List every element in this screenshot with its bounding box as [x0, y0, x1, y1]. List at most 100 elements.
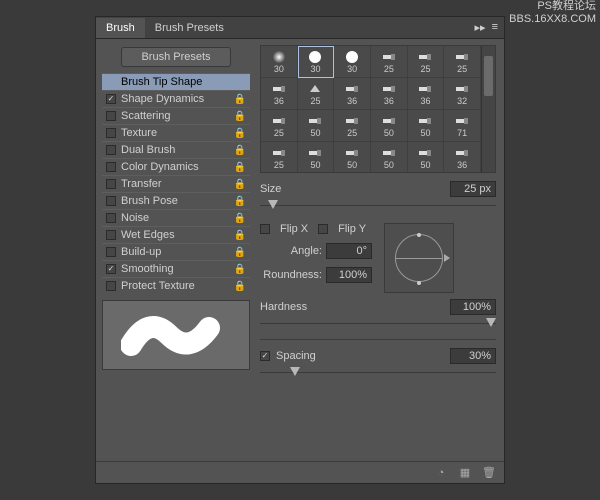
- lock-icon[interactable]: 🔒: [234, 179, 246, 190]
- size-input[interactable]: 25 px: [450, 181, 496, 197]
- brush-swatch[interactable]: 30: [334, 46, 371, 78]
- brush-swatch[interactable]: 25: [408, 46, 445, 78]
- brush-swatch[interactable]: 50: [298, 110, 335, 142]
- snap-icon[interactable]: ▸▸: [475, 21, 486, 34]
- lock-icon[interactable]: 🔒: [234, 162, 246, 173]
- tab-brush-presets[interactable]: Brush Presets: [145, 18, 234, 38]
- sidebar-item-dual-brush[interactable]: Dual Brush🔒: [102, 141, 250, 158]
- lock-icon[interactable]: 🔒: [234, 230, 246, 241]
- trash-icon[interactable]: 🗑: [482, 466, 496, 480]
- option-checkbox[interactable]: [106, 128, 116, 138]
- brush-size-label: 30: [274, 64, 284, 74]
- brush-tip-icon: [269, 82, 289, 96]
- option-checkbox[interactable]: [106, 247, 116, 257]
- sidebar-item-color-dynamics[interactable]: Color Dynamics🔒: [102, 158, 250, 175]
- brush-size-label: 30: [347, 64, 357, 74]
- brush-swatch[interactable]: 32: [444, 78, 481, 110]
- brush-swatch[interactable]: 50: [408, 110, 445, 142]
- sidebar-item-transfer[interactable]: Transfer🔒: [102, 175, 250, 192]
- new-brush-icon[interactable]: ▦: [458, 466, 472, 480]
- brush-swatch[interactable]: 36: [444, 142, 481, 172]
- brush-swatch[interactable]: 36: [261, 78, 298, 110]
- sidebar-item-brush-tip-shape[interactable]: Brush Tip Shape: [102, 73, 250, 90]
- sidebar-item-smoothing[interactable]: Smoothing 🔒: [102, 260, 250, 277]
- sidebar-item-protect-texture[interactable]: Protect Texture🔒: [102, 277, 250, 294]
- flipx-checkbox[interactable]: [260, 224, 270, 234]
- brush-size-label: 25: [310, 96, 320, 106]
- flipy-checkbox[interactable]: [318, 224, 328, 234]
- lock-icon[interactable]: 🔒: [234, 145, 246, 156]
- brush-size-label: 50: [420, 128, 430, 138]
- option-checkbox[interactable]: [106, 213, 116, 223]
- brush-swatch[interactable]: 50: [298, 142, 335, 172]
- brush-tip-icon: [342, 114, 362, 128]
- brush-swatch[interactable]: 50: [371, 142, 408, 172]
- brush-size-label: 25: [347, 128, 357, 138]
- brush-swatch[interactable]: 36: [371, 78, 408, 110]
- option-checkbox[interactable]: [106, 94, 116, 104]
- brush-swatch[interactable]: 25: [261, 110, 298, 142]
- panel-menu-icon[interactable]: ≡: [492, 21, 498, 34]
- spacing-slider[interactable]: [260, 366, 496, 380]
- sidebar-item-shape-dynamics[interactable]: Shape Dynamics🔒: [102, 90, 250, 107]
- swatch-scrollbar[interactable]: [481, 46, 495, 172]
- sidebar-item-scattering[interactable]: Scattering🔒: [102, 107, 250, 124]
- lock-icon[interactable]: 🔒: [234, 264, 246, 275]
- brush-swatch[interactable]: 25: [334, 110, 371, 142]
- hardness-slider[interactable]: [260, 317, 496, 331]
- option-checkbox[interactable]: [106, 281, 116, 291]
- option-checkbox[interactable]: [106, 145, 116, 155]
- sidebar-item-noise[interactable]: Noise🔒: [102, 209, 250, 226]
- spacing-input[interactable]: 30%: [450, 348, 496, 364]
- brush-swatch[interactable]: 36: [408, 78, 445, 110]
- brush-tip-icon: [379, 82, 399, 96]
- sidebar-item-texture[interactable]: Texture🔒: [102, 124, 250, 141]
- sidebar-item-build-up[interactable]: Build-up 🔒: [102, 243, 250, 260]
- sidebar-item-wet-edges[interactable]: Wet Edges🔒: [102, 226, 250, 243]
- brush-presets-button[interactable]: Brush Presets: [121, 47, 231, 67]
- brush-swatch[interactable]: 71: [444, 110, 481, 142]
- sidebar-item-brush-pose[interactable]: Brush Pose🔒: [102, 192, 250, 209]
- angle-widget[interactable]: [384, 223, 454, 293]
- size-slider[interactable]: [260, 199, 496, 213]
- lock-icon[interactable]: 🔒: [234, 247, 246, 258]
- brush-tip-icon: [305, 114, 325, 128]
- lock-icon[interactable]: 🔒: [234, 213, 246, 224]
- brush-swatch[interactable]: 30: [261, 46, 298, 78]
- brush-swatch[interactable]: 25: [298, 78, 335, 110]
- brush-preview: [102, 300, 250, 370]
- brush-swatch[interactable]: 50: [408, 142, 445, 172]
- lock-icon[interactable]: 🔒: [234, 94, 246, 105]
- flipy-label: Flip Y: [338, 223, 366, 235]
- option-label: Smoothing: [121, 263, 174, 275]
- hardness-input[interactable]: 100%: [450, 299, 496, 315]
- roundness-label: Roundness:: [260, 269, 322, 281]
- brush-swatch[interactable]: 50: [371, 110, 408, 142]
- lock-icon[interactable]: 🔒: [234, 111, 246, 122]
- option-checkbox[interactable]: [106, 196, 116, 206]
- option-label: Build-up: [121, 246, 161, 258]
- brush-swatch[interactable]: 25: [371, 46, 408, 78]
- brush-swatch[interactable]: 30: [298, 46, 335, 78]
- roundness-input[interactable]: 100%: [326, 267, 372, 283]
- option-checkbox[interactable]: [106, 264, 116, 274]
- option-checkbox[interactable]: [106, 162, 116, 172]
- angle-input[interactable]: 0°: [326, 243, 372, 259]
- option-checkbox[interactable]: [106, 230, 116, 240]
- brush-swatch[interactable]: 25: [261, 142, 298, 172]
- brush-swatch[interactable]: 36: [334, 78, 371, 110]
- brush-size-label: 25: [457, 64, 467, 74]
- brush-swatch-grid: 3030302525253625363636322550255050712550…: [260, 45, 496, 173]
- brush-size-label: 32: [457, 96, 467, 106]
- brush-swatch[interactable]: 50: [334, 142, 371, 172]
- tab-brush[interactable]: Brush: [96, 18, 145, 38]
- option-checkbox[interactable]: [106, 179, 116, 189]
- lock-icon[interactable]: 🔒: [234, 281, 246, 292]
- lock-icon[interactable]: 🔒: [234, 128, 246, 139]
- spacing-checkbox[interactable]: [260, 351, 270, 361]
- brush-tip-icon: [269, 114, 289, 128]
- lock-icon[interactable]: 🔒: [234, 196, 246, 207]
- toggle-preview-icon[interactable]: ◔: [434, 466, 448, 480]
- option-checkbox[interactable]: [106, 111, 116, 121]
- brush-swatch[interactable]: 25: [444, 46, 481, 78]
